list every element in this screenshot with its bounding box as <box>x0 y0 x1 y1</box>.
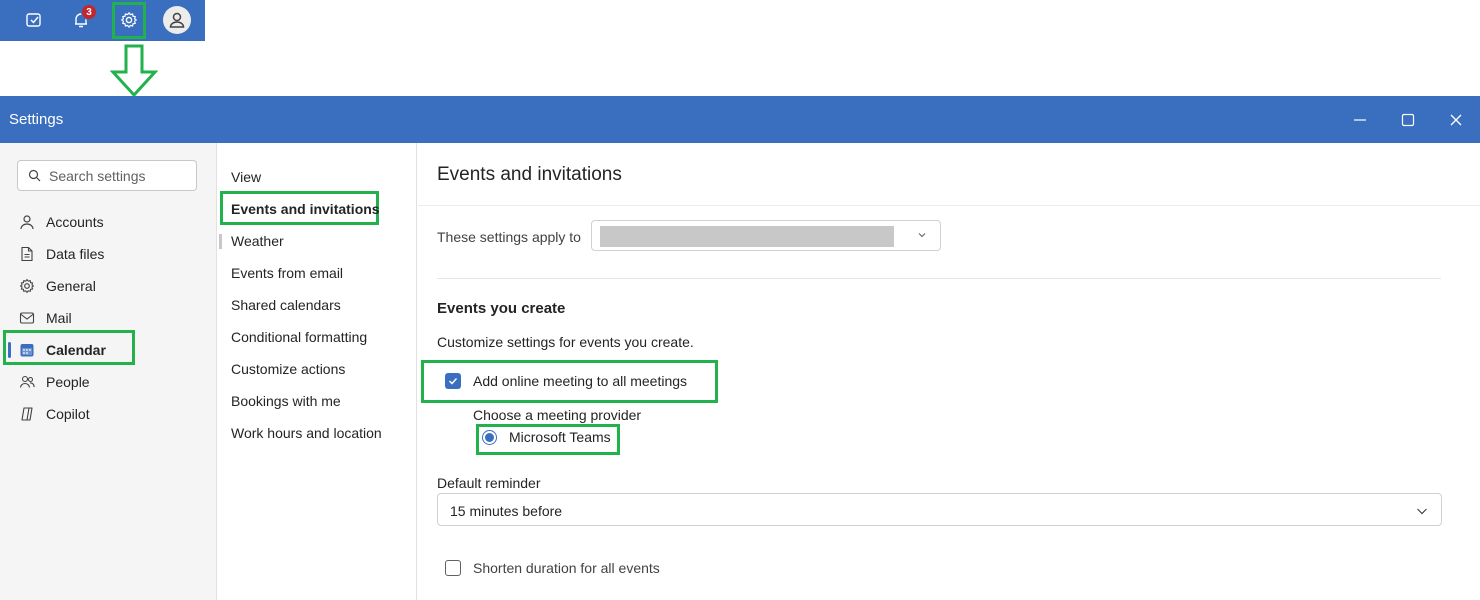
minimize-icon[interactable] <box>1350 110 1370 130</box>
shorten-duration-label: Shorten duration for all events <box>473 560 660 576</box>
reminder-value: 15 minutes before <box>450 503 563 519</box>
section-description: Customize settings for events you create… <box>437 334 694 350</box>
close-icon[interactable] <box>1446 110 1466 130</box>
teams-radio-label: Microsoft Teams <box>509 429 611 445</box>
top-app-bar: 3 <box>0 0 205 41</box>
search-input[interactable]: Search settings <box>17 160 197 191</box>
nav-item-label: Accounts <box>46 214 104 230</box>
avatar[interactable] <box>163 6 191 34</box>
online-meeting-label: Add online meeting to all meetings <box>473 373 688 389</box>
nav-item-label: General <box>46 278 96 294</box>
teams-radio[interactable] <box>482 430 497 445</box>
online-meeting-checkbox[interactable] <box>445 373 461 389</box>
nav-item-data-files[interactable]: Data files <box>18 242 104 266</box>
nav-item-general[interactable]: General <box>18 274 96 298</box>
subnav-conditional-formatting[interactable]: Conditional formatting <box>231 327 367 347</box>
nav-item-label: Data files <box>46 246 105 262</box>
subnav-shared-calendars[interactable]: Shared calendars <box>231 295 341 315</box>
down-arrow-icon <box>110 44 158 98</box>
nav-item-mail[interactable]: Mail <box>18 306 72 330</box>
nav-item-accounts[interactable]: Accounts <box>18 210 104 234</box>
search-placeholder: Search settings <box>49 167 146 184</box>
section-title: Events you create <box>437 300 566 317</box>
content-header: Events and invitations <box>418 143 1480 206</box>
notification-badge: 3 <box>81 4 97 20</box>
settings-titlebar: Settings <box>0 96 1480 143</box>
chevron-down-icon <box>918 233 926 238</box>
reminder-dropdown[interactable]: 15 minutes before <box>437 493 1442 526</box>
checkmark-icon <box>448 377 458 385</box>
settings-nav: Search settings Accounts Data files Gene… <box>0 143 217 600</box>
mail-icon <box>18 309 36 327</box>
window-title: Settings <box>9 111 64 128</box>
maximize-icon[interactable] <box>1398 110 1418 130</box>
people-icon <box>18 373 36 391</box>
nav-item-people[interactable]: People <box>18 370 90 394</box>
nav-item-label: People <box>46 374 90 390</box>
chevron-down-icon <box>1417 508 1427 515</box>
subnav-view[interactable]: View <box>231 167 261 187</box>
copilot-icon <box>18 405 36 423</box>
subnav-events-and-invitations[interactable]: Events and invitations <box>231 199 380 219</box>
document-icon <box>18 245 36 263</box>
settings-content: Events and invitations These settings ap… <box>418 143 1480 600</box>
calendar-subnav: View Events and invitations Weather Even… <box>217 143 417 600</box>
search-icon <box>28 169 41 182</box>
person-icon <box>18 213 36 231</box>
nav-item-label: Copilot <box>46 406 90 422</box>
subnav-customize-actions[interactable]: Customize actions <box>231 359 345 379</box>
gear-icon[interactable] <box>117 8 141 32</box>
subnav-weather[interactable]: Weather <box>231 231 284 251</box>
page-title: Events and invitations <box>437 164 622 185</box>
nav-item-label: Mail <box>46 310 72 326</box>
apply-to-dropdown[interactable] <box>591 220 941 251</box>
divider <box>437 278 1441 279</box>
my-day-icon[interactable] <box>22 8 46 32</box>
subnav-work-hours-and-location[interactable]: Work hours and location <box>231 423 382 443</box>
shorten-duration-checkbox[interactable] <box>445 560 461 576</box>
avatar-icon <box>169 12 185 28</box>
provider-label: Choose a meeting provider <box>473 407 642 423</box>
nav-item-copilot[interactable]: Copilot <box>18 402 90 426</box>
calendar-highlight-box <box>3 330 135 365</box>
subnav-events-from-email[interactable]: Events from email <box>231 263 343 283</box>
subnav-bookings-with-me[interactable]: Bookings with me <box>231 391 341 411</box>
apply-to-label: These settings apply to <box>437 229 581 245</box>
gear-icon <box>18 277 36 295</box>
subnav-hover-indicator <box>219 234 222 249</box>
radio-dot <box>485 433 494 442</box>
reminder-label: Default reminder <box>437 475 541 491</box>
redacted-account <box>600 226 894 247</box>
